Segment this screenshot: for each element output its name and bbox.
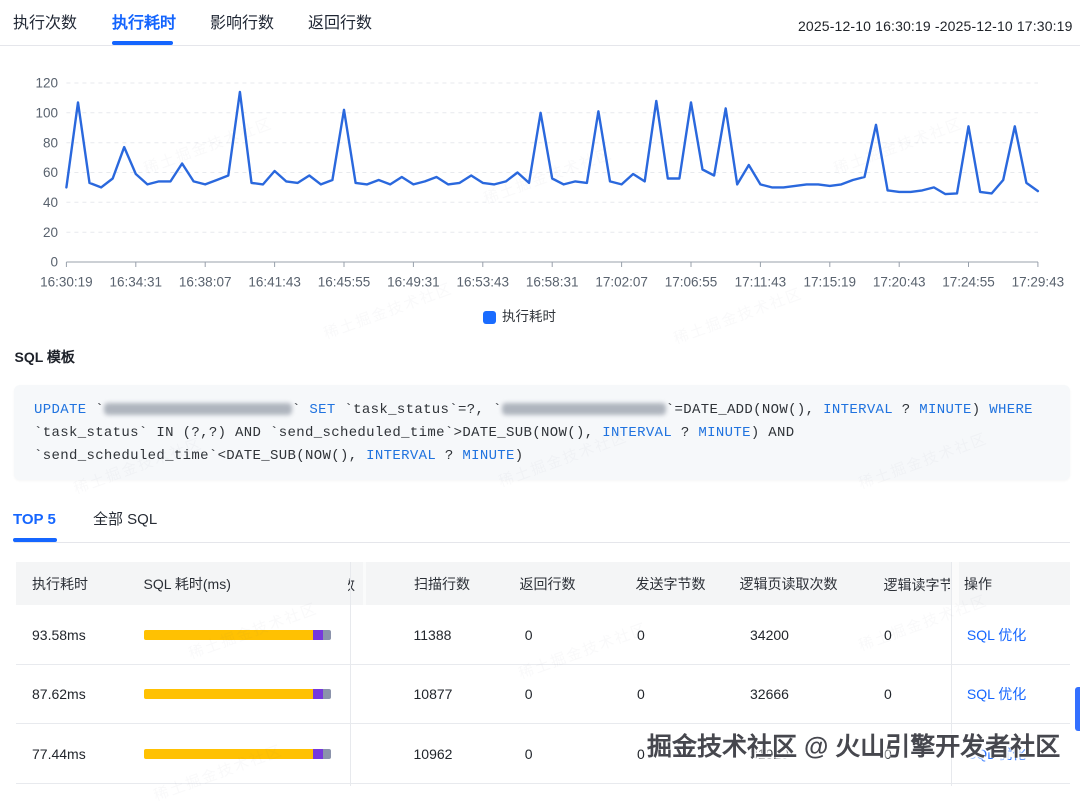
svg-text:16:45:55: 16:45:55	[318, 275, 371, 290]
svg-text:20: 20	[43, 225, 58, 240]
svg-text:16:41:43: 16:41:43	[248, 275, 301, 290]
svg-text:17:11:43: 17:11:43	[735, 275, 787, 290]
svg-text:100: 100	[35, 105, 58, 120]
svg-text:17:06:55: 17:06:55	[665, 275, 718, 290]
svg-text:17:24:55: 17:24:55	[942, 275, 995, 290]
svg-text:120: 120	[35, 76, 58, 91]
svg-text:40: 40	[43, 195, 58, 210]
svg-text:80: 80	[43, 135, 58, 150]
svg-text:60: 60	[43, 165, 58, 180]
svg-text:16:30:19: 16:30:19	[40, 275, 93, 290]
svg-text:0: 0	[50, 255, 58, 270]
svg-text:17:20:43: 17:20:43	[873, 275, 926, 290]
svg-text:16:38:07: 16:38:07	[179, 275, 232, 290]
svg-text:16:58:31: 16:58:31	[526, 275, 579, 290]
svg-text:16:53:43: 16:53:43	[457, 275, 510, 290]
svg-text:17:29:43: 17:29:43	[1012, 275, 1065, 290]
svg-text:17:02:07: 17:02:07	[595, 275, 648, 290]
svg-text:17:15:19: 17:15:19	[804, 275, 857, 290]
svg-text:16:34:31: 16:34:31	[110, 275, 163, 290]
